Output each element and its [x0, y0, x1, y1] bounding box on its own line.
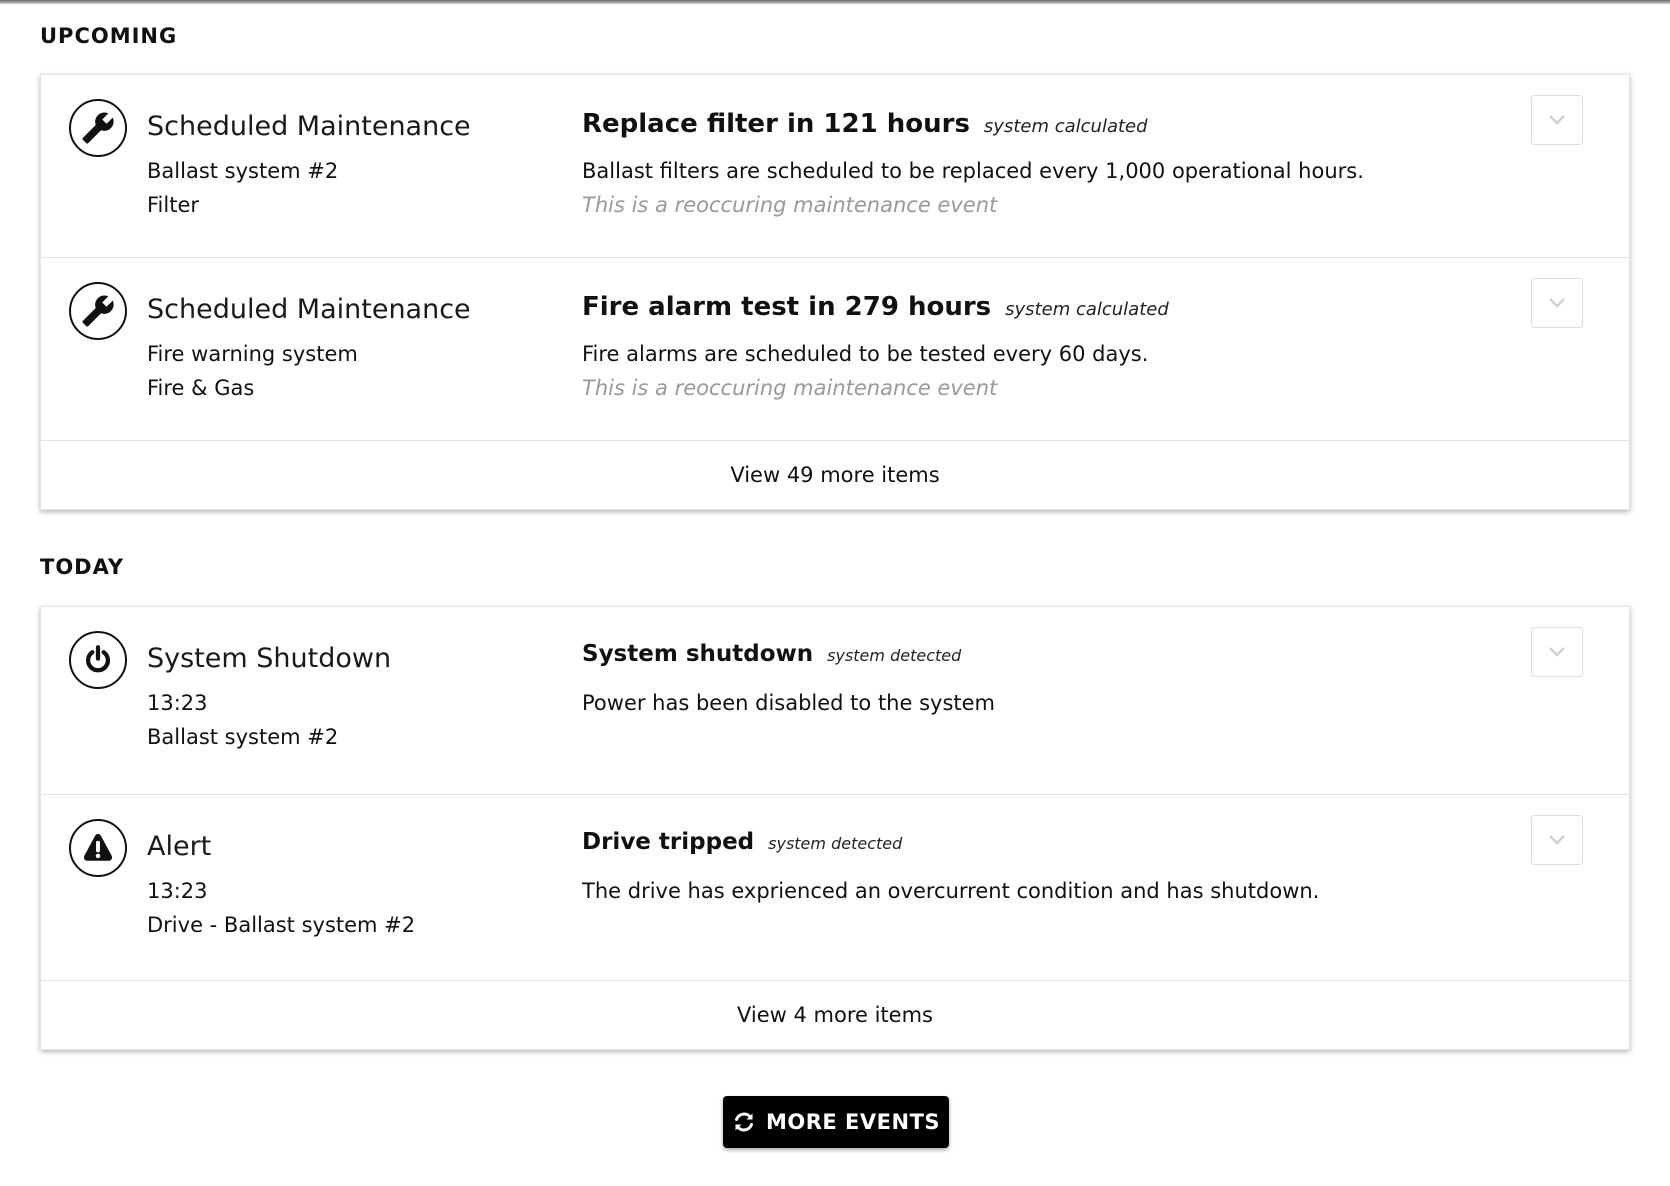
event-heading: System shutdown system detected [582, 641, 961, 667]
event-note: This is a reoccuring maintenance event [582, 193, 998, 217]
event-system: Ballast system #2 [147, 159, 339, 183]
event-row: Alert 13:23 Drive - Ballast system #2 Dr… [41, 795, 1629, 981]
expand-button[interactable] [1531, 95, 1583, 145]
event-description: The drive has exprienced an overcurrent … [582, 879, 1320, 903]
chevron-down-icon [1549, 647, 1565, 657]
upcoming-events-card: Scheduled Maintenance Ballast system #2 … [40, 74, 1630, 510]
today-events-card: System Shutdown 13:23 Ballast system #2 … [40, 606, 1630, 1050]
event-component: Filter [147, 193, 200, 217]
event-tag: system detected [768, 834, 903, 853]
top-shadow-bar [0, 0, 1670, 4]
event-type: System Shutdown [147, 643, 392, 674]
section-title-today: TODAY [40, 555, 125, 579]
event-heading: Fire alarm test in 279 hours system calc… [582, 292, 1169, 322]
chevron-down-icon [1549, 835, 1565, 845]
event-system: Drive - Ballast system #2 [147, 913, 416, 937]
event-time: 13:23 [147, 879, 208, 903]
event-note: This is a reoccuring maintenance event [582, 376, 998, 400]
expand-button[interactable] [1531, 278, 1583, 328]
event-row: Scheduled Maintenance Ballast system #2 … [41, 75, 1629, 258]
event-component: Fire & Gas [147, 376, 255, 400]
wrench-icon [69, 99, 127, 157]
event-row: Scheduled Maintenance Fire warning syste… [41, 258, 1629, 441]
expand-button[interactable] [1531, 815, 1583, 865]
event-tag: system calculated [1005, 299, 1169, 320]
event-type: Alert [147, 831, 212, 862]
event-tag: system calculated [983, 116, 1148, 137]
event-system: Ballast system #2 [147, 725, 339, 749]
view-more-link[interactable]: View 4 more items [41, 981, 1629, 1049]
event-title: System shutdown [582, 641, 814, 667]
event-tag: system detected [827, 646, 962, 665]
alert-icon [69, 819, 127, 877]
event-description: Ballast filters are scheduled to be repl… [582, 159, 1364, 183]
chevron-down-icon [1549, 115, 1565, 125]
event-title: Drive tripped [582, 829, 755, 855]
expand-button[interactable] [1531, 627, 1583, 677]
more-events-label: MORE EVENTS [765, 1110, 941, 1134]
more-events-button[interactable]: MORE EVENTS [723, 1096, 949, 1148]
refresh-icon [734, 1112, 753, 1132]
section-title-upcoming: UPCOMING [40, 24, 178, 48]
wrench-icon [69, 282, 127, 340]
event-system: Fire warning system [147, 342, 358, 366]
event-heading: Drive tripped system detected [582, 829, 902, 855]
chevron-down-icon [1549, 298, 1565, 308]
event-row: System Shutdown 13:23 Ballast system #2 … [41, 607, 1629, 795]
event-title: Replace filter in 121 hours [582, 109, 970, 139]
event-type: Scheduled Maintenance [147, 294, 471, 325]
event-heading: Replace filter in 121 hours system calcu… [582, 109, 1148, 139]
event-time: 13:23 [147, 691, 208, 715]
power-icon [69, 631, 127, 689]
event-type: Scheduled Maintenance [147, 111, 471, 142]
view-more-link[interactable]: View 49 more items [41, 441, 1629, 509]
event-title: Fire alarm test in 279 hours [582, 292, 992, 322]
event-description: Fire alarms are scheduled to be tested e… [582, 342, 1149, 366]
event-description: Power has been disabled to the system [582, 691, 995, 715]
